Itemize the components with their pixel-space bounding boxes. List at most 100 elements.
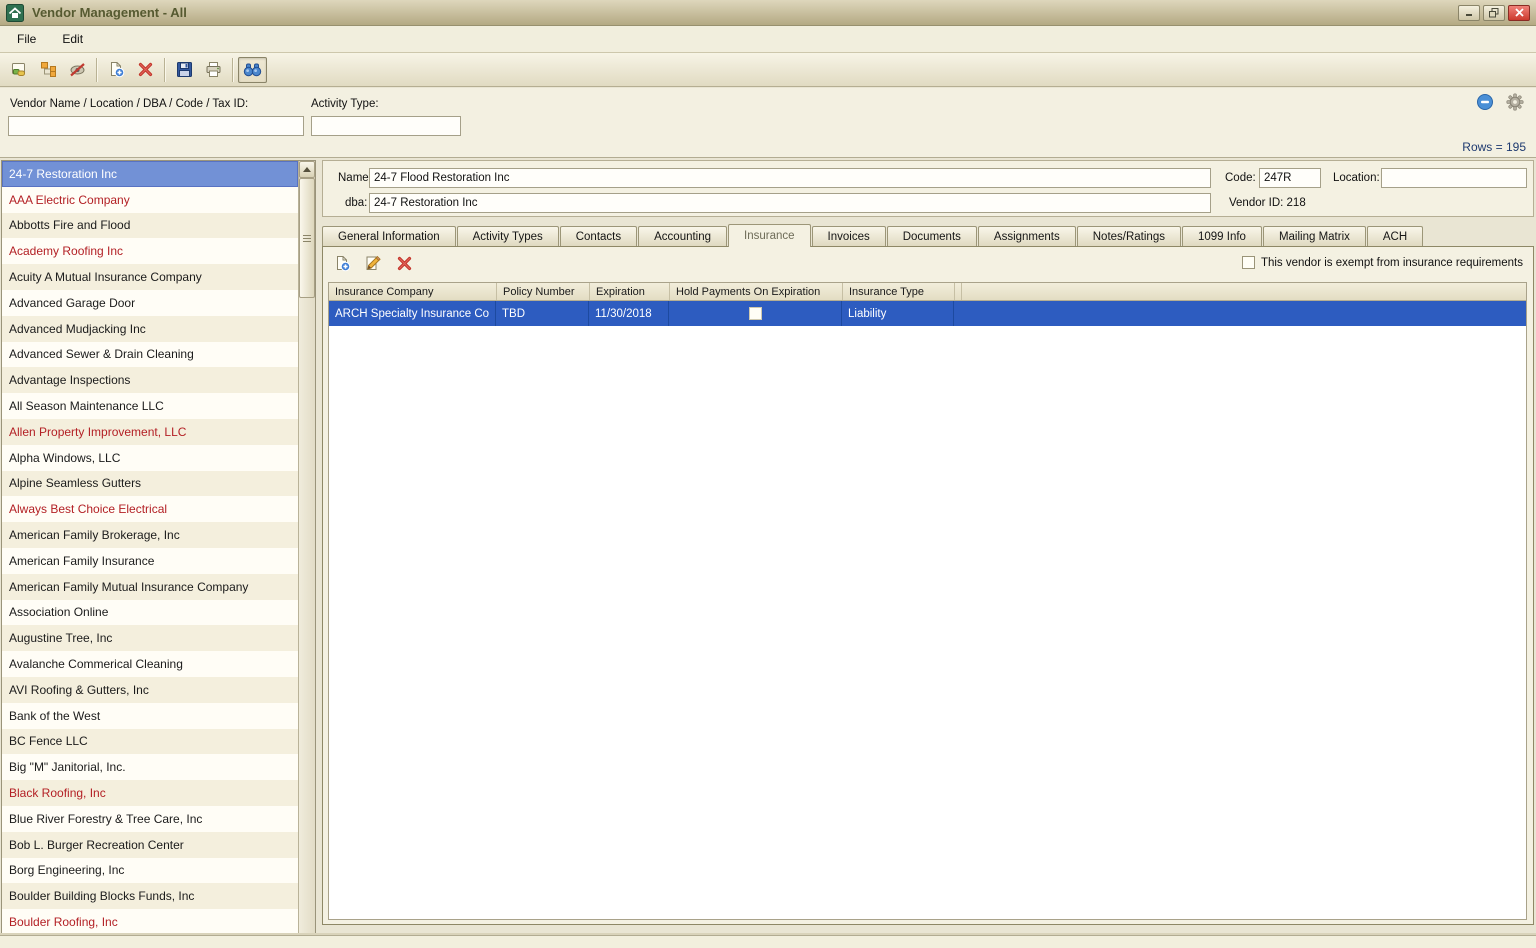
rows-count: Rows = 195: [1462, 140, 1526, 154]
column-header-expiration[interactable]: Expiration: [589, 283, 669, 300]
vendor-list-item[interactable]: Abbotts Fire and Flood: [2, 212, 298, 239]
tab-activity-types[interactable]: Activity Types: [456, 226, 559, 247]
vendor-list-item[interactable]: AVI Roofing & Gutters, Inc: [2, 676, 298, 703]
tab-general-information[interactable]: General Information: [322, 226, 456, 247]
column-header-insurance-company[interactable]: Insurance Company: [329, 283, 496, 300]
scrollbar-thumb[interactable]: [299, 178, 315, 298]
cell-insurance-type: Liability: [842, 301, 954, 326]
cell-hold-payments: [669, 301, 842, 326]
edit-insurance-button[interactable]: [362, 252, 384, 274]
vendor-list-item[interactable]: All Season Maintenance LLC: [2, 393, 298, 419]
cell-policy-number: TBD: [496, 301, 589, 326]
dba-input[interactable]: [369, 193, 1211, 213]
vendor-list-item[interactable]: Advanced Sewer & Drain Cleaning: [2, 341, 298, 368]
toolbar-separator: [96, 57, 98, 82]
exempt-checkbox[interactable]: [1241, 256, 1255, 269]
delete-vendor-button[interactable]: [131, 57, 160, 83]
tab-strip: General Information Activity Types Contact…: [322, 224, 1534, 247]
vendor-list-item[interactable]: Blue River Forestry & Tree Care, Inc: [2, 805, 298, 832]
vendor-list: 24-7 Restoration Inc AAA Electric Company…: [2, 161, 298, 947]
vendor-list-item[interactable]: American Family Mutual Insurance Company: [2, 573, 298, 600]
insurance-tab-panel: This vendor is exempt from insurance req…: [322, 246, 1534, 925]
vendor-list-item[interactable]: Alpine Seamless Gutters: [2, 470, 298, 497]
tab-assignments[interactable]: Assignments: [977, 226, 1076, 247]
save-button[interactable]: [170, 57, 199, 83]
search-panel: Vendor Name / Location / DBA / Code / Ta…: [0, 88, 1536, 158]
hide-preview-button[interactable]: [63, 57, 92, 83]
vendor-list-item[interactable]: 24-7 Restoration Inc: [2, 161, 298, 187]
vendor-list-item[interactable]: Advanced Garage Door: [2, 289, 298, 316]
vendor-list-item[interactable]: Borg Engineering, Inc: [2, 857, 298, 884]
vendor-list-item[interactable]: Advanced Mudjacking Inc: [2, 315, 298, 342]
name-label: Name:: [338, 172, 372, 184]
tab-ach[interactable]: ACH: [1366, 226, 1424, 247]
vendor-list-item[interactable]: Bank of the West: [2, 702, 298, 729]
print-icon: [205, 61, 222, 78]
minimize-button[interactable]: [1458, 4, 1480, 21]
app-home-icon: [6, 3, 24, 22]
tab-accounting[interactable]: Accounting: [638, 226, 728, 247]
vendor-list-item[interactable]: Black Roofing, Inc: [2, 780, 298, 806]
insurance-grid-body: ARCH Specialty Insurance Co TBD 11/30/2018…: [329, 301, 1526, 326]
code-input[interactable]: [1259, 168, 1321, 188]
form-view-button[interactable]: [5, 57, 34, 83]
vendor-id-label: Vendor ID: 218: [1229, 197, 1306, 209]
tab-invoices[interactable]: Invoices: [811, 226, 886, 247]
tab-notes-ratings[interactable]: Notes/Ratings: [1076, 226, 1181, 247]
vendor-list-item[interactable]: Avalanche Commerical Cleaning: [2, 651, 298, 677]
vendor-list-item[interactable]: Allen Property Improvement, LLC: [2, 418, 298, 445]
vendor-list-item[interactable]: Advantage Inspections: [2, 367, 298, 394]
vendor-list-item[interactable]: Augustine Tree, Inc: [2, 625, 298, 652]
vendor-management-window: Vendor Management - All File Edit Vendor…: [0, 0, 1536, 948]
tree-view-icon: [40, 61, 57, 78]
vendor-list-item[interactable]: BC Fence LLC: [2, 728, 298, 755]
vendor-list-item[interactable]: Always Best Choice Electrical: [2, 496, 298, 523]
vendor-list-scrollbar[interactable]: [298, 161, 315, 947]
vendor-list-item[interactable]: Bob L. Burger Recreation Center: [2, 831, 298, 858]
name-input[interactable]: [369, 168, 1211, 188]
restore-button[interactable]: [1483, 4, 1505, 21]
delete-insurance-button[interactable]: [393, 252, 415, 274]
tab-documents[interactable]: Documents: [886, 226, 977, 247]
new-vendor-button[interactable]: [102, 57, 131, 83]
cell-expiration: 11/30/2018: [589, 301, 669, 326]
scroll-up-button[interactable]: [299, 161, 315, 178]
insurance-row[interactable]: ARCH Specialty Insurance Co TBD 11/30/2018…: [329, 301, 1526, 326]
hold-payments-checkbox[interactable]: [748, 307, 762, 320]
activity-type-input[interactable]: [311, 116, 461, 136]
tab-1099-info[interactable]: 1099 Info: [1181, 226, 1262, 247]
vendor-list-item[interactable]: American Family Brokerage, Inc: [2, 522, 298, 548]
cell-insurance-company: ARCH Specialty Insurance Co: [329, 301, 496, 326]
vendor-list-item[interactable]: Big "M" Janitorial, Inc.: [2, 754, 298, 781]
vendor-list-item[interactable]: Boulder Building Blocks Funds, Inc: [2, 883, 298, 910]
vendor-list-item[interactable]: Academy Roofing Inc: [2, 238, 298, 265]
print-button[interactable]: [199, 57, 228, 83]
column-header-hold-payments-on-expiration[interactable]: Hold Payments On Expiration: [669, 283, 842, 300]
menu-edit[interactable]: Edit: [51, 29, 94, 49]
tab-contacts[interactable]: Contacts: [559, 226, 638, 247]
vendor-list-item[interactable]: Alpha Windows, LLC: [2, 444, 298, 471]
collapse-panel-icon[interactable]: [1476, 93, 1494, 111]
vendor-list-item[interactable]: AAA Electric Company: [2, 186, 298, 213]
exempt-row: This vendor is exempt from insurance req…: [1241, 256, 1523, 269]
tab-insurance[interactable]: Insurance: [728, 224, 811, 247]
menu-file[interactable]: File: [6, 29, 47, 49]
find-button[interactable]: [238, 56, 267, 83]
location-label: Location:: [1333, 172, 1380, 184]
vendor-filter-input[interactable]: [8, 116, 304, 136]
vendor-list-panel: 24-7 Restoration Inc AAA Electric Company…: [1, 160, 316, 948]
vendor-list-item[interactable]: Acuity A Mutual Insurance Company: [2, 264, 298, 290]
code-label: Code:: [1225, 172, 1256, 184]
close-button[interactable]: [1508, 4, 1530, 21]
vendor-list-item[interactable]: Boulder Roofing, Inc: [2, 909, 298, 935]
vendor-list-item[interactable]: Association Online: [2, 599, 298, 626]
column-header-policy-number[interactable]: Policy Number: [496, 283, 589, 300]
vendor-list-item[interactable]: American Family Insurance: [2, 547, 298, 574]
tab-mailing-matrix[interactable]: Mailing Matrix: [1262, 226, 1366, 247]
location-input[interactable]: [1381, 168, 1527, 188]
column-header-insurance-type[interactable]: Insurance Type: [842, 283, 954, 300]
tree-view-button[interactable]: [34, 57, 63, 83]
title-bar[interactable]: Vendor Management - All: [0, 0, 1536, 26]
add-insurance-button[interactable]: [331, 252, 353, 274]
settings-gear-icon[interactable]: [1506, 93, 1524, 111]
